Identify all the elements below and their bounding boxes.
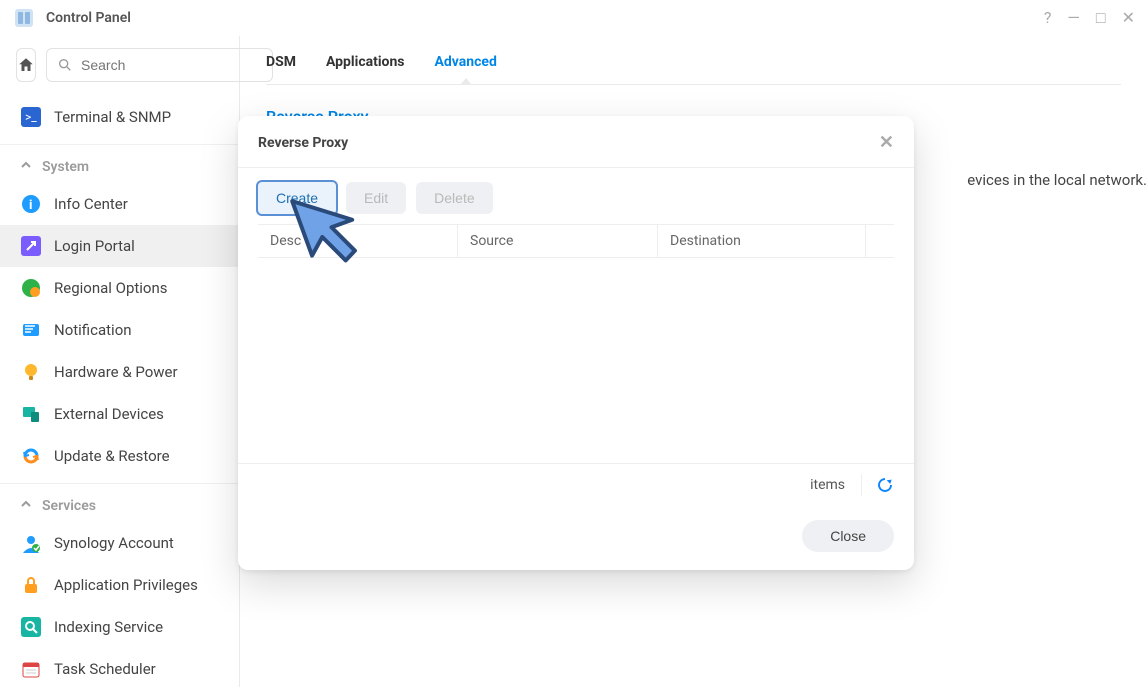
help-icon[interactable]: ? [1044,8,1052,28]
edit-button[interactable]: Edit [346,182,406,214]
column-header-destination[interactable]: Destination [658,225,866,257]
sidebar-section-label: Services [42,498,96,514]
sidebar-item-application-privileges[interactable]: Application Privileges [0,564,239,606]
table-body-empty [258,258,894,463]
sidebar-item-label: Regional Options [54,279,168,297]
create-button[interactable]: Create [258,182,336,214]
dialog-close-icon[interactable]: ✕ [879,132,894,153]
sidebar-section-services[interactable]: Services [0,483,239,522]
sidebar-item-label: Synology Account [54,534,174,552]
svg-text:i: i [29,198,32,213]
sidebar-item-synology-account[interactable]: Synology Account [0,522,239,564]
search-box[interactable] [46,48,273,82]
reverse-proxy-dialog: Reverse Proxy ✕ Create Edit Delete Desc … [238,116,914,570]
tab-applications[interactable]: Applications [326,54,405,84]
column-header-spacer [866,225,894,257]
titlebar: Control Panel ? — □ ✕ [0,0,1147,36]
tab-advanced[interactable]: Advanced [435,54,497,84]
sidebar-item-label: Notification [54,321,132,339]
update-icon [20,445,42,467]
sidebar-section-label: System [42,159,89,175]
indexing-icon [20,616,42,638]
svg-text:>_: >_ [25,110,37,124]
terminal-icon: >_ [20,106,42,128]
sidebar: >_ Terminal & SNMP System i Info Center … [0,36,240,687]
home-icon [17,56,35,74]
calendar-icon [20,658,42,680]
home-button[interactable] [16,48,36,82]
hint-text-fragment: evices in the local network. [967,171,1147,189]
dialog-toolbar: Create Edit Delete [238,168,914,224]
sidebar-item-task-scheduler[interactable]: Task Scheduler [0,648,239,687]
lock-icon [20,574,42,596]
info-icon: i [20,193,42,215]
sidebar-item-label: Indexing Service [54,618,163,636]
sidebar-item-update-restore[interactable]: Update & Restore [0,435,239,477]
chevron-up-icon [20,498,32,514]
sidebar-item-hardware-power[interactable]: Hardware & Power [0,351,239,393]
sidebar-item-regional-options[interactable]: Regional Options [0,267,239,309]
sidebar-item-terminal-snmp[interactable]: >_ Terminal & SNMP [0,96,239,138]
chevron-up-icon [20,159,32,175]
table-header: Desc Source Destination [258,224,894,258]
sidebar-item-indexing-service[interactable]: Indexing Service [0,606,239,648]
sidebar-item-info-center[interactable]: i Info Center [0,183,239,225]
dialog-statusbar: items [238,463,914,506]
tabs: DSM Applications Advanced [266,36,1121,85]
minimize-icon[interactable]: — [1067,8,1080,28]
delete-button[interactable]: Delete [416,182,492,214]
devices-icon [20,403,42,425]
sidebar-item-notification[interactable]: Notification [0,309,239,351]
column-header-description[interactable]: Desc [258,225,458,257]
window-title: Control Panel [46,10,131,26]
login-portal-icon [20,235,42,257]
window-controls: ? — □ ✕ [1044,8,1135,28]
sidebar-item-label: Task Scheduler [54,660,156,678]
account-icon [20,532,42,554]
maximize-icon[interactable]: □ [1096,8,1106,28]
search-input[interactable] [81,57,262,73]
sidebar-item-label: External Devices [54,405,164,423]
search-icon [57,57,73,73]
sidebar-item-login-portal[interactable]: Login Portal [0,225,239,267]
sidebar-item-label: Info Center [54,195,128,213]
notification-icon [20,319,42,341]
sidebar-item-label: Update & Restore [54,447,170,465]
sidebar-item-label: Hardware & Power [54,363,178,381]
refresh-icon[interactable] [861,474,894,496]
bulb-icon [20,361,42,383]
sidebar-section-system[interactable]: System [0,144,239,183]
sidebar-item-label: Application Privileges [54,576,198,594]
close-window-icon[interactable]: ✕ [1122,8,1135,28]
close-button[interactable]: Close [802,520,894,552]
tab-dsm[interactable]: DSM [266,54,296,84]
column-header-source[interactable]: Source [458,225,658,257]
items-count-label: items [810,477,845,493]
globe-icon [20,277,42,299]
sidebar-item-external-devices[interactable]: External Devices [0,393,239,435]
sidebar-item-label: Login Portal [54,237,135,255]
sidebar-item-label: Terminal & SNMP [54,108,171,126]
dialog-title: Reverse Proxy [258,135,348,151]
control-panel-icon [12,6,36,30]
